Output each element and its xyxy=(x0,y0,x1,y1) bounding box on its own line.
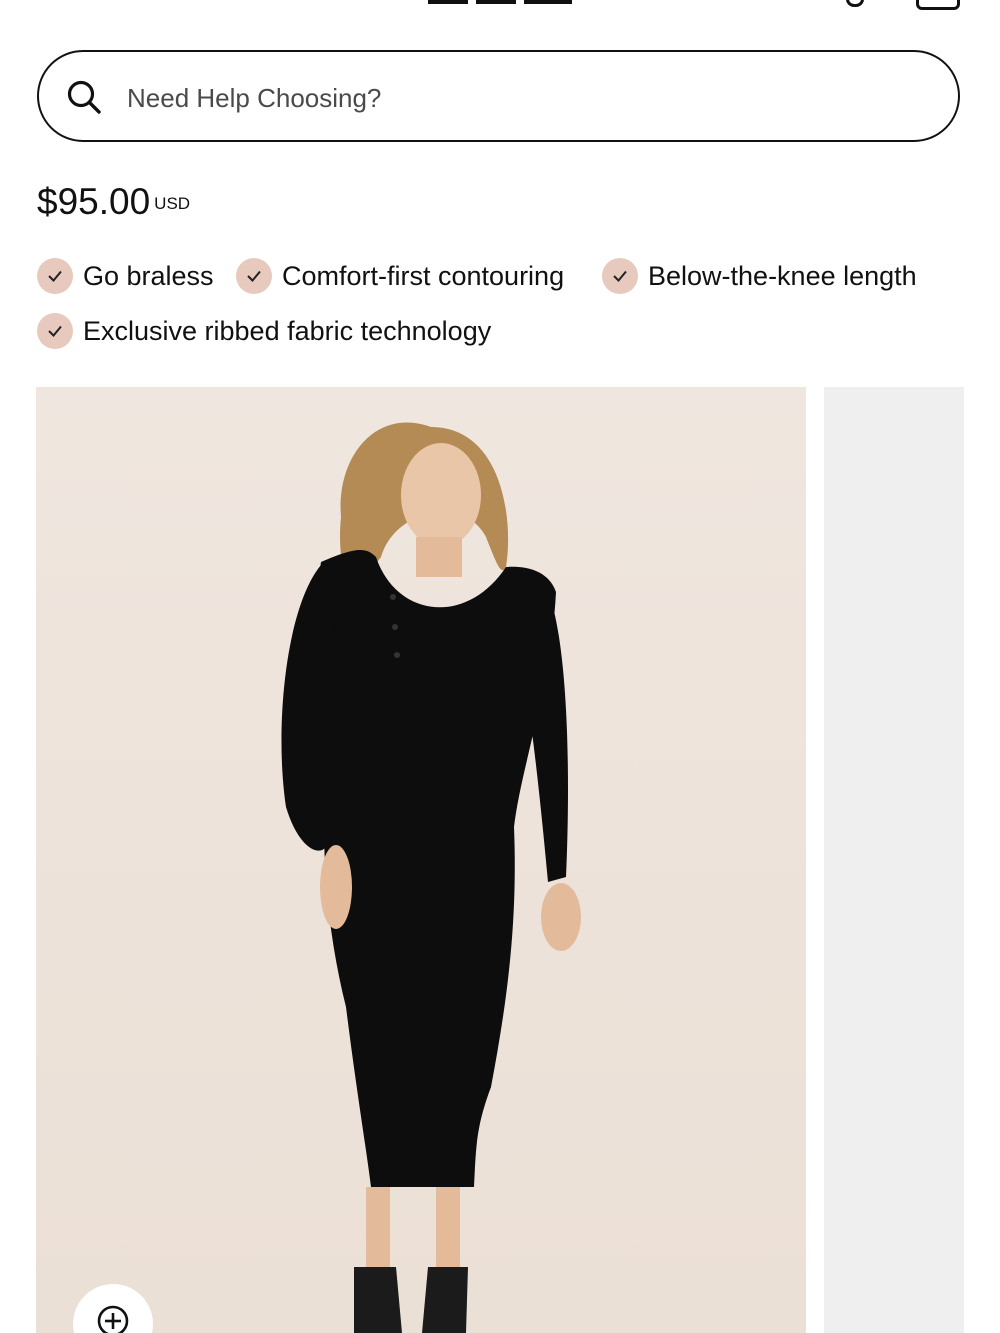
product-price: $95.00 USD xyxy=(37,180,190,224)
feature-label: Below-the-knee length xyxy=(648,260,917,291)
cart-icon[interactable] xyxy=(916,0,960,10)
site-header xyxy=(0,0,1000,20)
account-icon[interactable] xyxy=(846,0,864,7)
feature-item: Comfort-first contouring xyxy=(236,258,564,294)
feature-label: Go braless xyxy=(83,260,214,291)
feature-label: Comfort-first contouring xyxy=(282,260,565,291)
model-figure xyxy=(281,422,581,1333)
check-icon xyxy=(37,313,73,349)
price-amount: $95.00 xyxy=(37,181,151,222)
product-gallery[interactable] xyxy=(36,387,1000,1333)
check-icon xyxy=(602,258,638,294)
search-icon xyxy=(67,80,101,114)
search-bar[interactable] xyxy=(37,50,960,142)
product-image-main[interactable] xyxy=(36,387,806,1333)
price-currency: USD xyxy=(154,194,191,213)
feature-label: Exclusive ribbed fabric technology xyxy=(83,315,492,346)
check-icon xyxy=(37,258,73,294)
search-input[interactable] xyxy=(125,76,909,120)
feature-item: Below-the-knee length xyxy=(602,258,917,294)
zoom-in-icon xyxy=(97,1305,129,1333)
feature-item: Go braless xyxy=(37,258,214,294)
brand-logo[interactable] xyxy=(420,0,580,6)
product-image-next[interactable] xyxy=(824,387,964,1333)
check-icon xyxy=(236,258,272,294)
feature-item: Exclusive ribbed fabric technology xyxy=(37,313,491,349)
